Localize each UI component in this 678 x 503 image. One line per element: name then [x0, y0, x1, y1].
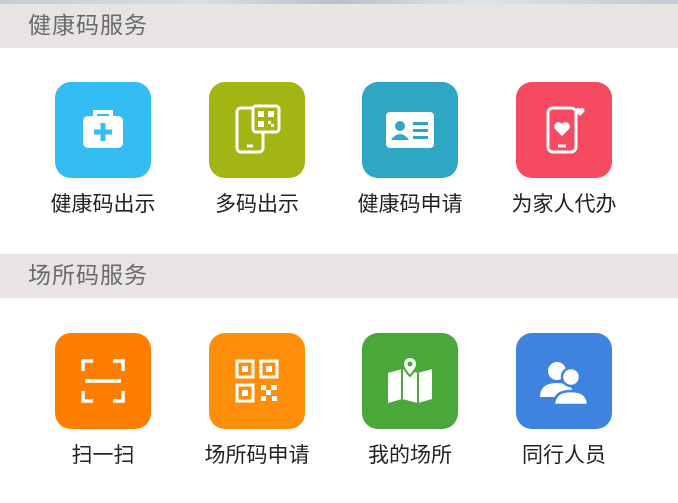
phone-heart-icon — [516, 82, 612, 178]
people-icon — [516, 333, 612, 429]
scan-icon — [55, 333, 151, 429]
tile-label: 多码出示 — [215, 192, 299, 216]
tile-my-venues[interactable]: 我的场所 — [334, 333, 484, 473]
qr-code-icon — [209, 333, 305, 429]
tile-family-proxy[interactable]: 为家人代办 — [488, 82, 638, 222]
medical-kit-icon — [55, 82, 151, 178]
tile-multi-code-show[interactable]: 多码出示 — [181, 82, 331, 222]
id-card-icon — [362, 82, 458, 178]
tile-scan[interactable]: 扫一扫 — [27, 333, 177, 473]
health-code-services-page: 健康码服务 健康码出示 多码出示 健康码申请 为家人代办 场所码服务 扫一扫 场… — [0, 0, 678, 503]
tile-label: 我的场所 — [368, 443, 452, 467]
tile-label: 扫一扫 — [71, 443, 135, 467]
phone-qr-icon — [209, 82, 305, 178]
tile-label: 健康码申请 — [357, 192, 463, 216]
tile-label: 为家人代办 — [511, 192, 617, 216]
tile-label: 场所码申请 — [204, 443, 310, 467]
tile-health-code-apply[interactable]: 健康码申请 — [334, 82, 484, 222]
tile-label: 健康码出示 — [50, 192, 156, 216]
tile-label: 同行人员 — [522, 443, 606, 467]
tile-companions[interactable]: 同行人员 — [488, 333, 638, 473]
health-section-header: 健康码服务 — [0, 4, 678, 48]
tile-health-code-show[interactable]: 健康码出示 — [27, 82, 177, 222]
venue-section-header: 场所码服务 — [0, 254, 678, 298]
map-pin-icon — [362, 333, 458, 429]
tile-venue-code-apply[interactable]: 场所码申请 — [181, 333, 331, 473]
